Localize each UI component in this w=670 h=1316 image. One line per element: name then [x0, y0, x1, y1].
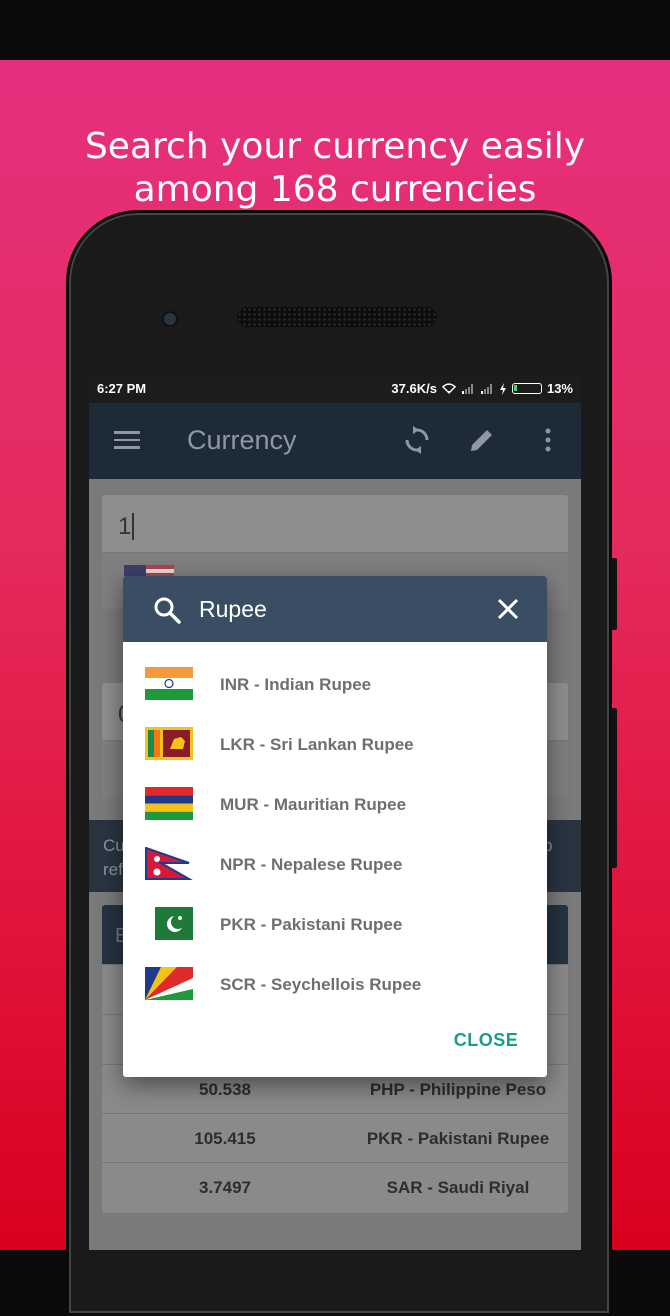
info-text-1: Cu — [103, 836, 125, 855]
earpiece-speaker — [237, 307, 437, 327]
headline-line-2: among 168 currencies — [133, 169, 537, 210]
signal-icon — [480, 384, 492, 394]
app-toolbar: Currency — [89, 403, 581, 479]
info-text-2: ref — [103, 860, 123, 879]
result-label: MUR - Mauritian Rupee — [220, 795, 407, 814]
battery-icon — [511, 383, 542, 394]
promo-headline: Search your currency easily among 168 cu… — [0, 125, 670, 211]
table-row[interactable]: 105.415 PKR - Pakistani Rupee — [102, 1113, 568, 1163]
currency-cell: SAR - Saudi Riyal — [386, 1178, 530, 1197]
search-dialog-header — [123, 576, 547, 642]
clear-search-icon[interactable] — [495, 596, 521, 622]
headline-line-1: Search your currency easily — [84, 126, 586, 167]
status-time: 6:27 PM — [97, 381, 147, 396]
result-label: PKR - Pakistani Rupee — [220, 915, 403, 934]
charging-icon — [499, 382, 506, 395]
currency-cell: PHP - Philippine Peso — [369, 1080, 547, 1099]
search-dialog: INR - Indian Rupee LKR - Sri Lankan Rupe… — [123, 576, 547, 1077]
mauritius-flag-icon — [145, 787, 193, 820]
result-item-mur[interactable]: MUR - Mauritian Rupee — [123, 775, 547, 835]
signal-icon — [461, 384, 473, 394]
result-item-inr[interactable]: INR - Indian Rupee — [123, 655, 547, 715]
india-flag-icon — [145, 667, 193, 700]
close-button[interactable]: CLOSE — [441, 1026, 531, 1054]
result-item-lkr[interactable]: LKR - Sri Lankan Rupee — [123, 715, 547, 775]
rate-cell: 50.538 — [199, 1080, 251, 1099]
rate-cell: 3.7497 — [199, 1178, 251, 1197]
volume-button — [611, 558, 617, 630]
table-row[interactable]: 3.7497 SAR - Saudi Riyal — [102, 1162, 568, 1212]
sri-lanka-flag-icon — [145, 727, 193, 760]
result-item-scr[interactable]: SCR - Seychellois Rupee — [123, 955, 547, 1015]
amount-input[interactable]: 1 — [102, 495, 568, 553]
amount-value: 1 — [118, 513, 132, 540]
app-title: Currency — [187, 425, 297, 455]
refresh-icon[interactable] — [402, 425, 432, 455]
result-label: SCR - Seychellois Rupee — [220, 975, 422, 994]
search-icon — [154, 597, 181, 624]
pakistan-flag-icon — [145, 907, 193, 940]
network-speed: 37.6K/s — [391, 381, 437, 396]
result-label: NPR - Nepalese Rupee — [220, 855, 403, 874]
battery-percent: 13% — [546, 381, 573, 396]
status-indicators: 37.6K/s 13% — [391, 381, 573, 396]
currency-cell: PKR - Pakistani Rupee — [366, 1129, 550, 1148]
wifi-icon — [441, 383, 456, 394]
nepal-flag-icon — [145, 847, 193, 880]
seychelles-flag-icon — [145, 967, 193, 1000]
menu-icon[interactable] — [114, 431, 140, 449]
result-label: LKR - Sri Lankan Rupee — [220, 735, 414, 754]
result-item-pkr[interactable]: PKR - Pakistani Rupee — [123, 895, 547, 955]
edit-icon[interactable] — [467, 425, 497, 455]
rate-cell: 105.415 — [194, 1129, 256, 1148]
power-button — [611, 708, 617, 868]
status-bar: 6:27 PM 37.6K/s 13% — [89, 375, 581, 403]
result-label: INR - Indian Rupee — [220, 675, 372, 694]
front-camera — [164, 313, 176, 325]
currency-search-input[interactable] — [199, 592, 479, 626]
result-item-npr[interactable]: NPR - Nepalese Rupee — [123, 835, 547, 895]
more-vert-icon[interactable] — [533, 425, 563, 455]
